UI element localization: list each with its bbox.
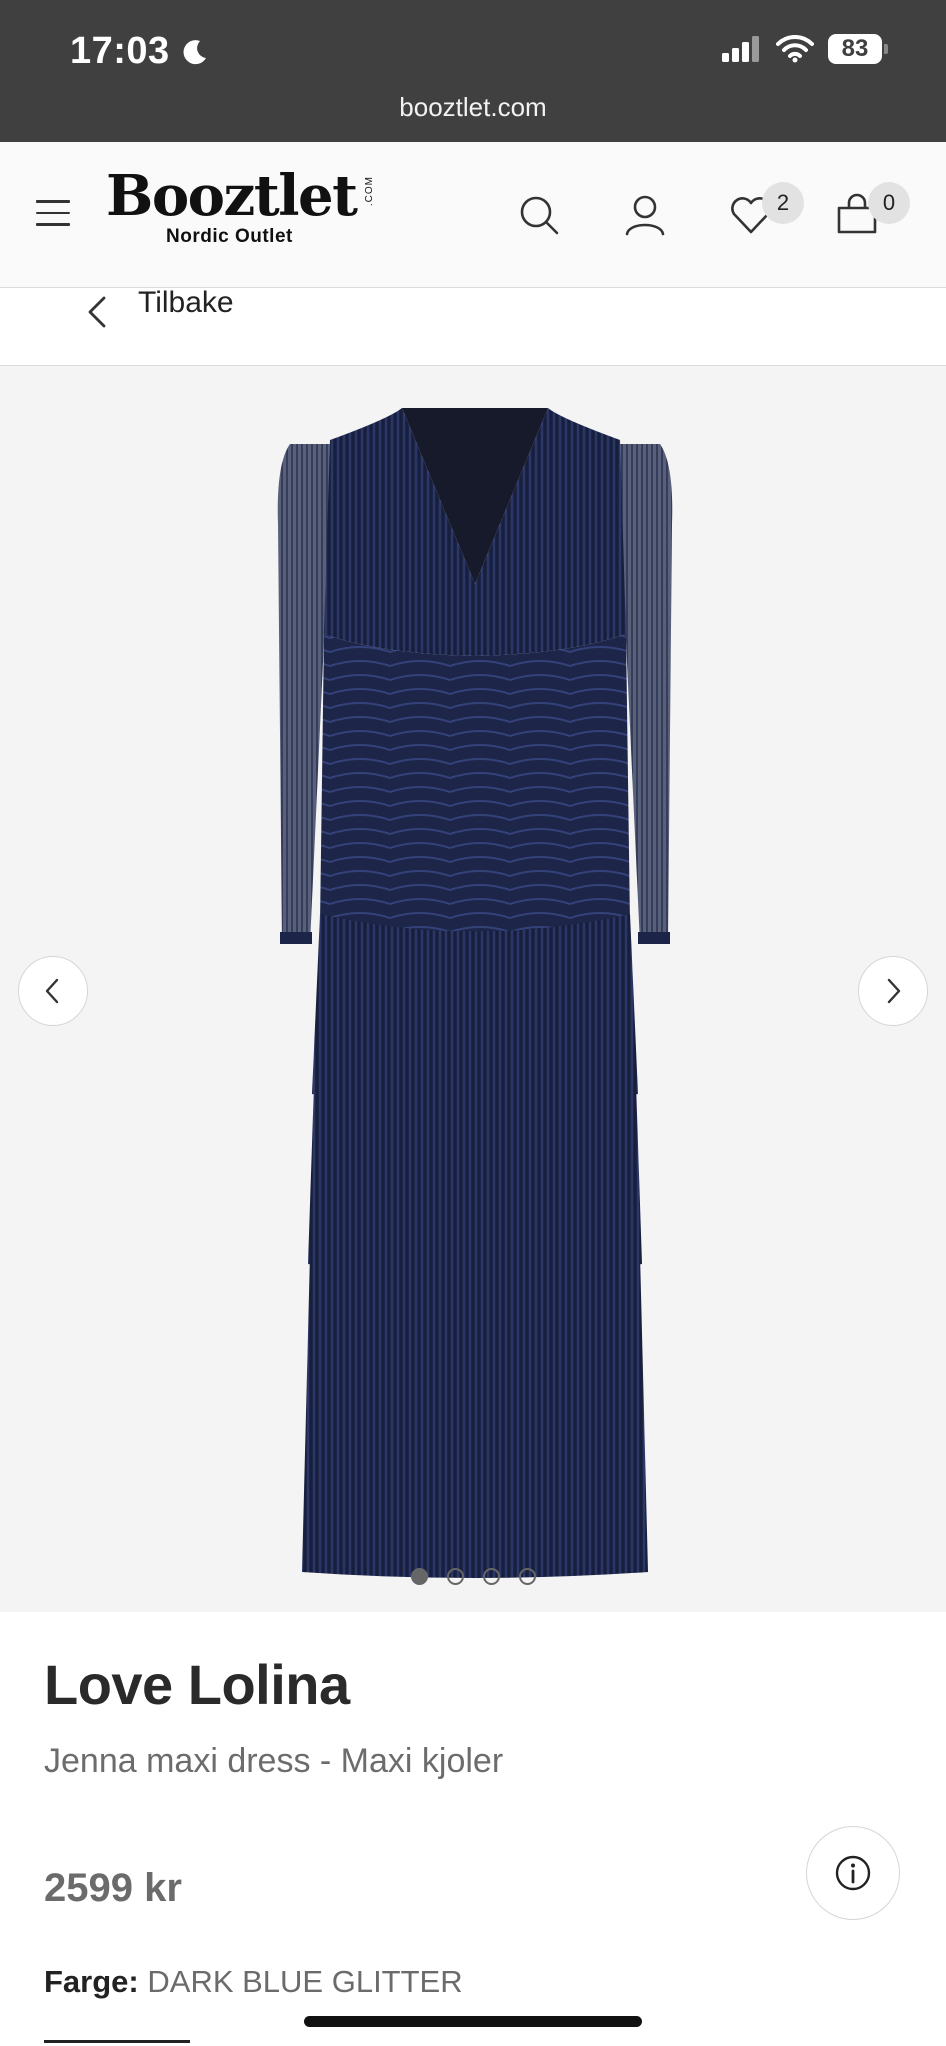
site-header: Booztlet .COM Nordic Outlet 2 0 — [0, 142, 946, 288]
gallery-dot[interactable] — [410, 1568, 428, 1585]
chevron-right-icon — [887, 978, 901, 1004]
color-value: DARK BLUE GLITTER — [147, 1964, 463, 1999]
previous-image-button[interactable] — [18, 956, 88, 1026]
selected-swatch-underline — [44, 2040, 190, 2043]
gallery-pagination — [0, 1568, 946, 1585]
wifi-icon — [776, 35, 814, 63]
hamburger-menu-icon[interactable] — [36, 200, 70, 226]
chevron-left-icon — [45, 978, 59, 1004]
status-indicators: 83 — [722, 34, 888, 64]
info-icon — [835, 1855, 871, 1891]
gallery-dot[interactable] — [482, 1568, 500, 1585]
color-label: Farge: — [44, 1964, 139, 1999]
signal-icon — [722, 36, 759, 62]
status-bar: 17:03 83 booztlet.com — [0, 0, 946, 142]
product-image-gallery[interactable] — [0, 366, 946, 1612]
info-button[interactable] — [806, 1826, 900, 1920]
time-text: 17:03 — [70, 30, 170, 72]
account-icon[interactable] — [622, 192, 668, 238]
logo-wordmark: Booztlet — [106, 163, 358, 229]
battery-indicator: 83 — [828, 34, 888, 64]
back-label: Tilbake — [138, 286, 234, 319]
wishlist-count-badge: 2 — [762, 182, 804, 224]
cart-button[interactable]: 0 — [834, 182, 910, 238]
product-image — [277, 408, 673, 1578]
logo-com: .COM — [364, 176, 375, 207]
product-brand[interactable]: Love Lolina — [44, 1652, 350, 1717]
moon-icon — [183, 39, 206, 64]
logo-tagline: Nordic Outlet — [166, 226, 293, 247]
status-time: 17:03 — [70, 30, 210, 73]
color-info: Farge: DARK BLUE GLITTER — [44, 1964, 463, 2000]
search-icon[interactable] — [516, 192, 562, 238]
site-logo[interactable]: Booztlet .COM Nordic Outlet — [106, 166, 376, 248]
wishlist-button[interactable]: 2 — [728, 182, 804, 238]
next-image-button[interactable] — [858, 956, 928, 1026]
chevron-left-icon — [88, 296, 106, 328]
product-price: 2599 kr — [44, 1866, 182, 1910]
battery-level: 83 — [828, 34, 882, 64]
back-link[interactable]: Tilbake — [0, 288, 946, 366]
home-indicator[interactable] — [304, 2016, 642, 2027]
product-subtitle: Jenna maxi dress - Maxi kjoler — [44, 1742, 504, 1780]
url-bar[interactable]: booztlet.com — [0, 92, 946, 123]
cart-count-badge: 0 — [868, 182, 910, 224]
gallery-dot[interactable] — [518, 1568, 536, 1585]
gallery-dot[interactable] — [446, 1568, 464, 1585]
battery-tip — [884, 44, 888, 54]
